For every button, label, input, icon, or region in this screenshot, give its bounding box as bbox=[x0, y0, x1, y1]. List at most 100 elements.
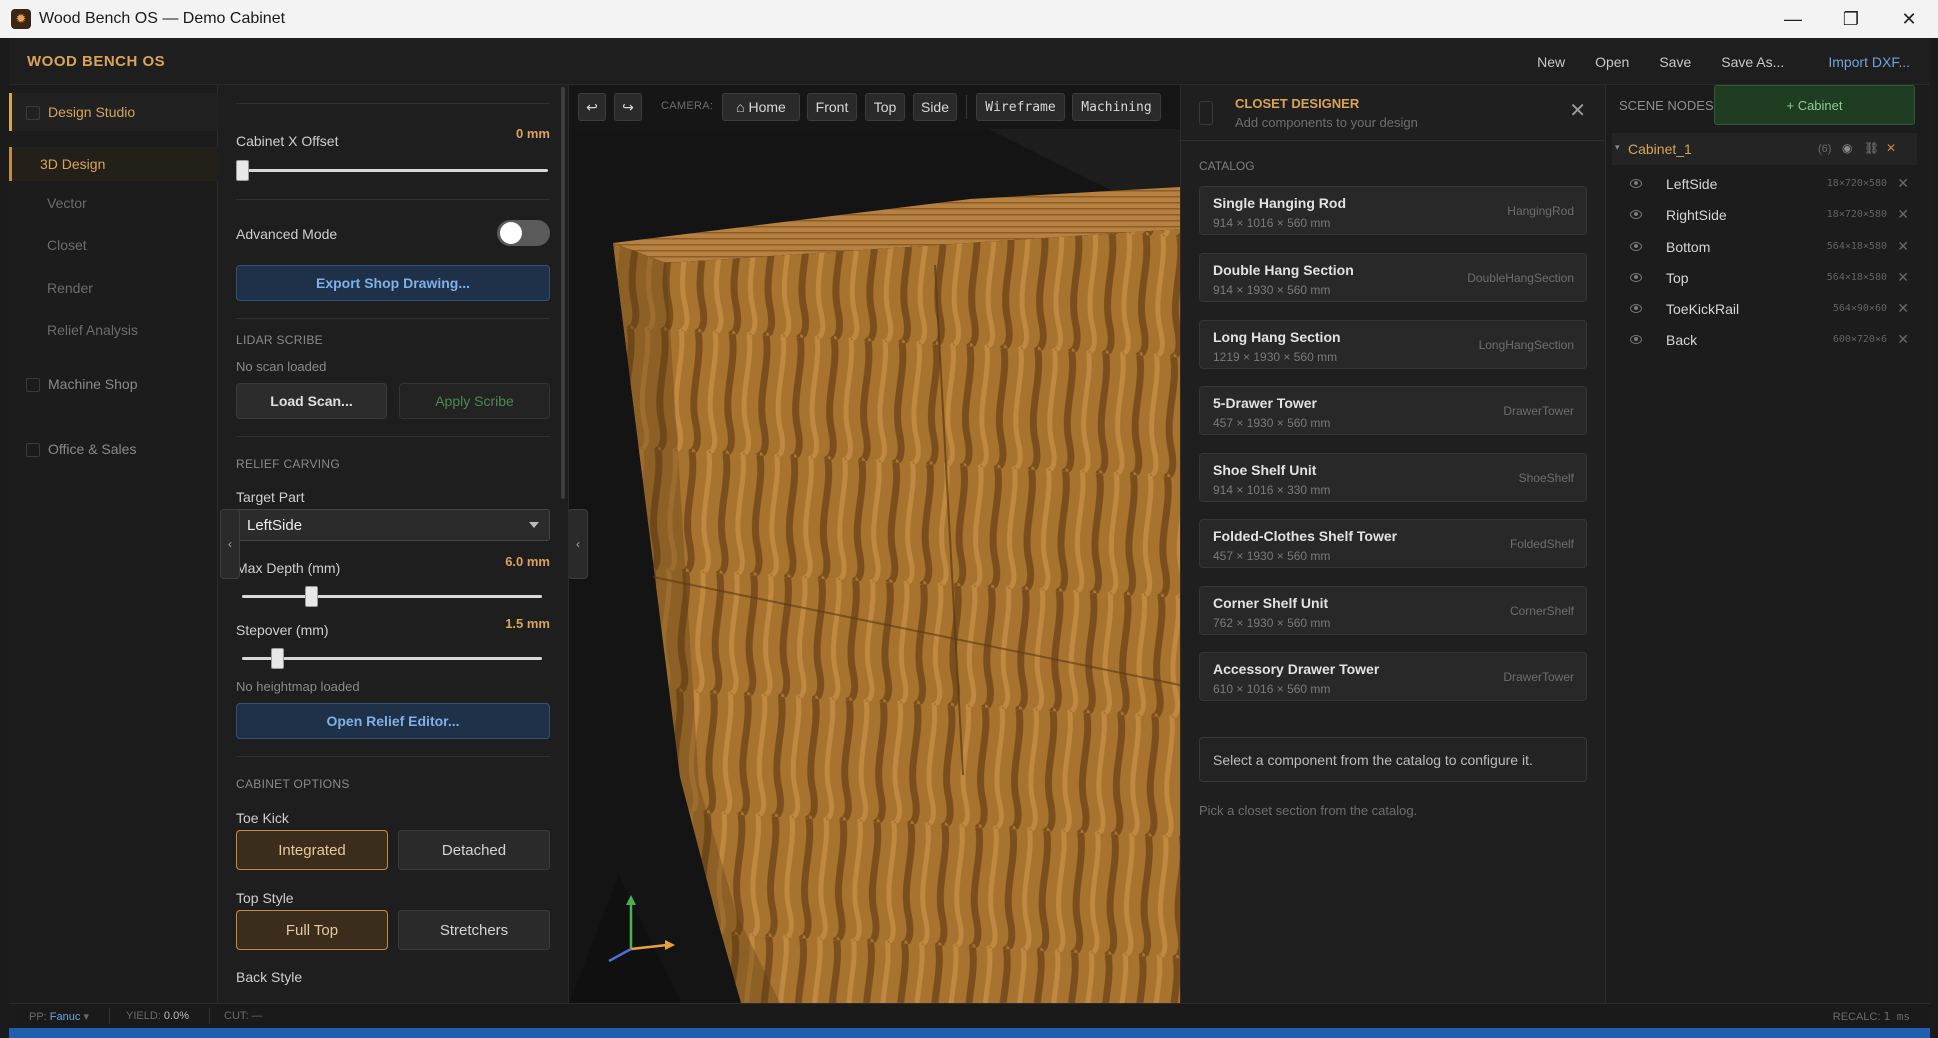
scene-node-name: LeftSide bbox=[1666, 176, 1718, 192]
eye-icon[interactable] bbox=[1630, 273, 1642, 282]
eye-icon[interactable] bbox=[1630, 210, 1642, 219]
nav-design-studio[interactable]: Design Studio bbox=[9, 93, 218, 131]
window-title: Wood Bench OS — Demo Cabinet bbox=[39, 10, 286, 27]
chevron-down-icon: ▾ bbox=[83, 1011, 89, 1023]
catalog-item[interactable]: Folded-Clothes Shelf Tower 457 × 1930 × … bbox=[1199, 519, 1587, 568]
close-icon[interactable]: ✕ bbox=[1569, 98, 1586, 123]
chevron-left-icon: ‹ bbox=[228, 537, 232, 551]
scene-node-dims: 564×18×580 bbox=[1826, 272, 1887, 283]
nav-relief-analysis[interactable]: Relief Analysis bbox=[9, 316, 218, 344]
file-menu: New Open Save Save As... Import DXF... bbox=[1507, 38, 1910, 85]
minimize-icon[interactable]: — bbox=[1764, 0, 1822, 38]
3d-scene-canvas[interactable] bbox=[569, 85, 1180, 1003]
catalog-item-name: Double Hang Section bbox=[1213, 262, 1354, 278]
machining-toggle[interactable]: Machining bbox=[1072, 93, 1161, 121]
catalog-item-code: DrawerTower bbox=[1503, 670, 1574, 684]
catalog-item[interactable]: Shoe Shelf Unit 914 × 1016 × 330 mm Shoe… bbox=[1199, 453, 1587, 502]
max-depth-slider[interactable] bbox=[242, 595, 542, 598]
camera-home-button[interactable]: ⌂ Home bbox=[722, 93, 800, 121]
catalog-item-dims: 762 × 1930 × 560 mm bbox=[1213, 616, 1331, 630]
scene-node[interactable]: Bottom 564×18×580 ✕ bbox=[1612, 236, 1917, 264]
camera-front-button[interactable]: Front bbox=[807, 93, 857, 121]
advanced-mode-toggle[interactable] bbox=[497, 220, 550, 246]
camera-top-button[interactable]: Top bbox=[865, 93, 905, 121]
nav-office-sales[interactable]: Office & Sales bbox=[9, 434, 218, 464]
properties-scrollbar[interactable] bbox=[561, 87, 565, 499]
toolbar-separator bbox=[966, 95, 967, 119]
catalog-item[interactable]: Double Hang Section 914 × 1930 × 560 mm … bbox=[1199, 253, 1587, 302]
visibility-icon[interactable]: ◉ bbox=[1842, 141, 1852, 155]
delete-cabinet-icon[interactable]: ✕ bbox=[1886, 141, 1896, 155]
scene-nodes-panel: SCENE NODES + Cabinet ▾ Cabinet_1 (6) ◉ … bbox=[1605, 85, 1930, 1003]
camera-side-button[interactable]: Side bbox=[913, 93, 957, 121]
eye-icon[interactable] bbox=[1630, 242, 1642, 251]
catalog-item[interactable]: 5-Drawer Tower 457 × 1930 × 560 mm Drawe… bbox=[1199, 386, 1587, 435]
open-relief-editor-button[interactable]: Open Relief Editor... bbox=[236, 703, 550, 739]
eye-icon[interactable] bbox=[1630, 179, 1642, 188]
scene-node-name: RightSide bbox=[1666, 207, 1727, 223]
cabinet-x-offset-slider[interactable] bbox=[238, 169, 548, 172]
catalog-item[interactable]: Corner Shelf Unit 762 × 1930 × 560 mm Co… bbox=[1199, 586, 1587, 635]
scene-node[interactable]: ToeKickRail 564×90×60 ✕ bbox=[1612, 298, 1917, 326]
catalog-item-name: Corner Shelf Unit bbox=[1213, 595, 1329, 611]
stepover-thumb[interactable] bbox=[270, 648, 284, 669]
export-shop-drawing-button[interactable]: Export Shop Drawing... bbox=[236, 265, 550, 301]
top-style-full-top-option[interactable]: Full Top bbox=[236, 910, 388, 950]
post-processor-status[interactable]: PP: Fanuc ▾ bbox=[29, 1010, 89, 1023]
restore-icon[interactable]: ❐ bbox=[1822, 0, 1880, 38]
scene-node[interactable]: RightSide 18×720×580 ✕ bbox=[1612, 204, 1917, 232]
eye-icon[interactable] bbox=[1630, 304, 1642, 313]
eye-icon[interactable] bbox=[1630, 335, 1642, 344]
apply-scribe-button[interactable]: Apply Scribe bbox=[399, 383, 550, 419]
import-dxf-button[interactable]: Import DXF... bbox=[1828, 54, 1910, 70]
catalog-item-dims: 1219 × 1930 × 560 mm bbox=[1213, 350, 1338, 364]
nav-3d-design[interactable]: 3D Design bbox=[9, 147, 218, 181]
cabinet-tree-row[interactable]: ▾ Cabinet_1 (6) ◉ ⛓ ✕ bbox=[1612, 133, 1917, 165]
remove-node-icon[interactable]: ✕ bbox=[1897, 206, 1909, 223]
undo-button[interactable]: ↩ bbox=[578, 93, 606, 121]
nav-closet[interactable]: Closet bbox=[9, 231, 218, 259]
scene-node-dims: 564×18×580 bbox=[1826, 241, 1887, 252]
nav-design-studio-label: Design Studio bbox=[48, 104, 136, 120]
top-style-stretchers-option[interactable]: Stretchers bbox=[398, 910, 550, 950]
remove-node-icon[interactable]: ✕ bbox=[1897, 300, 1909, 317]
redo-button[interactable]: ↪ bbox=[614, 93, 642, 121]
max-depth-thumb[interactable] bbox=[305, 586, 319, 607]
add-cabinet-button[interactable]: + Cabinet bbox=[1714, 85, 1915, 125]
open-button[interactable]: Open bbox=[1595, 54, 1629, 70]
nav-machine-shop[interactable]: Machine Shop bbox=[9, 369, 218, 399]
catalog-item[interactable]: Long Hang Section 1219 × 1930 × 560 mm L… bbox=[1199, 320, 1587, 369]
scene-node[interactable]: Back 600×720×6 ✕ bbox=[1612, 329, 1917, 357]
toe-kick-detached-option[interactable]: Detached bbox=[398, 830, 550, 870]
new-button[interactable]: New bbox=[1537, 54, 1565, 70]
nav-vector[interactable]: Vector bbox=[9, 189, 218, 217]
save-button[interactable]: Save bbox=[1659, 54, 1691, 70]
expand-icon[interactable]: ▾ bbox=[1615, 142, 1620, 153]
wireframe-toggle[interactable]: Wireframe bbox=[976, 93, 1065, 121]
closet-designer-subtitle: Add components to your design bbox=[1235, 115, 1418, 130]
toe-kick-integrated-option[interactable]: Integrated bbox=[236, 830, 388, 870]
stepover-slider[interactable] bbox=[242, 657, 542, 660]
scene-node[interactable]: LeftSide 18×720×580 ✕ bbox=[1612, 173, 1917, 201]
scene-node[interactable]: Top 564×18×580 ✕ bbox=[1612, 267, 1917, 295]
3d-viewport[interactable]: ↩ ↪ CAMERA: ⌂ Home Front Top Side Wirefr… bbox=[569, 85, 1180, 1003]
save-as-button[interactable]: Save As... bbox=[1721, 54, 1784, 70]
collapse-properties-handle[interactable]: ‹ bbox=[569, 509, 588, 579]
catalog-item[interactable]: Single Hanging Rod 914 × 1016 × 560 mm H… bbox=[1199, 186, 1587, 235]
remove-node-icon[interactable]: ✕ bbox=[1897, 269, 1909, 286]
closet-designer-header: CLOSET DESIGNER Add components to your d… bbox=[1181, 85, 1606, 141]
close-window-icon[interactable]: ✕ bbox=[1880, 0, 1938, 38]
target-part-select[interactable]: LeftSide bbox=[236, 509, 550, 541]
remove-node-icon[interactable]: ✕ bbox=[1897, 238, 1909, 255]
cabinet-x-offset-thumb[interactable] bbox=[236, 160, 249, 181]
link-icon[interactable]: ⛓ bbox=[1864, 141, 1879, 155]
catalog-item[interactable]: Accessory Drawer Tower 610 × 1016 × 560 … bbox=[1199, 652, 1587, 701]
chevron-left-icon: ‹ bbox=[576, 537, 580, 551]
catalog-item-code: ShoeShelf bbox=[1518, 471, 1574, 485]
nav-render[interactable]: Render bbox=[9, 274, 218, 302]
remove-node-icon[interactable]: ✕ bbox=[1897, 175, 1909, 192]
load-scan-button[interactable]: Load Scan... bbox=[236, 383, 387, 419]
collapse-nav-handle[interactable]: ‹ bbox=[220, 509, 240, 579]
catalog-item-name: Long Hang Section bbox=[1213, 329, 1341, 345]
remove-node-icon[interactable]: ✕ bbox=[1897, 331, 1909, 348]
